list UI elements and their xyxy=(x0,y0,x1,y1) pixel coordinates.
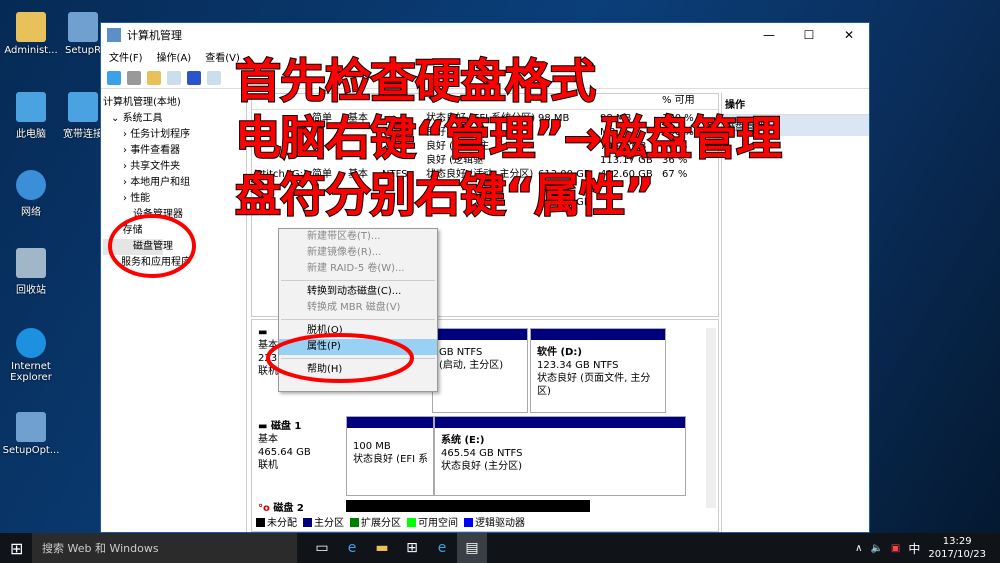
navigation-tree: 计算机管理(本地) ⌄ 系统工具 › 任务计划程序 › 事件查看器 › 共享文件… xyxy=(101,91,247,532)
show-hide-tree-icon[interactable] xyxy=(167,70,181,85)
action-pane-icon[interactable] xyxy=(207,70,221,85)
computer-management-taskbar-icon[interactable]: ▤ xyxy=(457,533,487,563)
computer-icon xyxy=(16,92,46,122)
tree-storage[interactable]: ⌄ 存储 xyxy=(103,223,244,239)
legend-item: 主分区 xyxy=(303,514,344,529)
file-explorer-icon[interactable]: ▬ xyxy=(367,533,397,563)
network-icon xyxy=(16,170,46,200)
tree-services-apps[interactable]: 服务和应用程序 xyxy=(103,255,244,271)
disk-0-info[interactable]: ▬ 基本 223. 联机 xyxy=(258,326,280,378)
tree-system-tools[interactable]: ⌄ 系统工具 xyxy=(103,111,244,127)
legend-item: 逻辑驱动器 xyxy=(464,514,525,529)
legend-label: 扩展分区 xyxy=(361,518,401,529)
close-button[interactable]: ✕ xyxy=(829,28,869,42)
context-menu-item[interactable]: 转换成 MBR 磁盘(V) xyxy=(279,300,437,316)
vertical-scrollbar[interactable] xyxy=(706,328,716,508)
legend-swatch xyxy=(256,518,265,527)
context-menu-item[interactable]: 属性(P) xyxy=(279,339,437,355)
tree-disk-management[interactable]: 磁盘管理 xyxy=(103,239,173,255)
overlay-line-2: 电脑右键“管理”→磁盘管理 xyxy=(234,111,783,165)
task-view-icon[interactable]: ▭ xyxy=(307,533,337,563)
network-error-icon[interactable]: ▣ xyxy=(891,543,900,554)
context-menu-item[interactable]: 脱机(O) xyxy=(279,323,437,339)
partition-e[interactable]: 系统 (E:) 465.54 GB NTFS 状态良好 (主分区) xyxy=(434,416,686,496)
desktop-icon-recycle-bin[interactable]: 回收站 xyxy=(2,248,60,296)
maximize-button[interactable]: ☐ xyxy=(789,28,829,42)
disk-1-info[interactable]: ▬ 磁盘 1 基本 465.64 GB 联机 xyxy=(258,420,311,472)
tree-device-manager[interactable]: 设备管理器 xyxy=(103,207,244,223)
setup-icon xyxy=(16,412,46,442)
desktop-icon-administrator[interactable]: Administ... xyxy=(2,12,60,56)
legend-label: 逻辑驱动器 xyxy=(475,518,525,529)
legend-label: 主分区 xyxy=(314,518,344,529)
context-menu-item[interactable]: 新建镜像卷(R)... xyxy=(279,245,437,261)
ime-indicator[interactable]: 中 xyxy=(908,540,920,557)
disk-2-unallocated-bar[interactable] xyxy=(346,500,590,512)
system-tray: ∧ 🔈 ▣ 中 13:29 2017/10/23 xyxy=(855,535,1000,561)
broadband-icon xyxy=(68,92,98,122)
legend: 未分配 主分区 扩展分区 可用空间 逻辑驱动器 xyxy=(256,514,525,529)
minimize-button[interactable]: — xyxy=(749,28,789,42)
forward-icon[interactable] xyxy=(127,70,141,85)
legend-item: 未分配 xyxy=(256,514,297,529)
menu-separator xyxy=(281,319,435,320)
context-menu-item[interactable]: 新建带区卷(T)... xyxy=(279,229,437,245)
up-folder-icon[interactable] xyxy=(147,70,161,85)
edge-icon[interactable]: e xyxy=(337,533,367,563)
tree-performance[interactable]: › 性能 xyxy=(103,191,244,207)
legend-swatch xyxy=(464,518,473,527)
desktop-icon-this-pc[interactable]: 此电脑 xyxy=(2,92,60,140)
legend-label: 可用空间 xyxy=(418,518,458,529)
tree-computer-management[interactable]: 计算机管理(本地) xyxy=(103,95,244,111)
overlay-line-3: 盘符分别右键“属性” xyxy=(234,168,655,222)
title-bar: 计算机管理 — ☐ ✕ xyxy=(101,23,869,47)
tree-shared-folders[interactable]: › 共享文件夹 xyxy=(103,159,244,175)
clock[interactable]: 13:29 2017/10/23 xyxy=(928,535,986,561)
table-cell: 67 % xyxy=(662,169,688,180)
search-box[interactable]: 搜索 Web 和 Windows xyxy=(32,533,297,563)
legend-item: 扩展分区 xyxy=(350,514,401,529)
tree-local-users[interactable]: › 本地用户和组 xyxy=(103,175,244,191)
desktop-icon-ie[interactable]: Internet Explorer xyxy=(2,328,60,383)
app-icon xyxy=(107,28,121,42)
help-icon[interactable] xyxy=(187,70,201,85)
recycle-bin-icon xyxy=(16,248,46,278)
legend-item: 可用空间 xyxy=(407,514,458,529)
partition-c[interactable]: GB NTFS (启动, 主分区) xyxy=(432,328,528,413)
context-menu-item[interactable]: 帮助(H) xyxy=(279,362,437,378)
chevron-up-icon[interactable]: ∧ xyxy=(855,543,862,554)
volume-icon[interactable]: 🔈 xyxy=(870,543,882,554)
store-icon[interactable]: ⊞ xyxy=(397,533,427,563)
setup-icon xyxy=(68,12,98,42)
partition-d[interactable]: 软件 (D:) 123.34 GB NTFS 状态良好 (页面文件, 主分区) xyxy=(530,328,666,413)
start-windows-icon[interactable]: ⊞ xyxy=(10,539,23,558)
tree-task-scheduler[interactable]: › 任务计划程序 xyxy=(103,127,244,143)
tree-event-viewer[interactable]: › 事件查看器 xyxy=(103,143,244,159)
window-title: 计算机管理 xyxy=(127,29,182,42)
context-menu: 新建带区卷(T)... 新建镜像卷(R)... 新建 RAID-5 卷(W)... 转… xyxy=(278,228,438,392)
legend-swatch xyxy=(407,518,416,527)
user-folder-icon xyxy=(16,12,46,42)
back-icon[interactable] xyxy=(107,70,121,85)
context-menu-item[interactable]: 新建 RAID-5 卷(W)... xyxy=(279,261,437,277)
legend-label: 未分配 xyxy=(267,518,297,529)
menu-action[interactable]: 操作(A) xyxy=(157,49,192,65)
context-menu-item[interactable]: 转换到动态磁盘(C)... xyxy=(279,284,437,300)
internet-explorer-taskbar-icon[interactable]: e xyxy=(427,533,457,563)
legend-swatch xyxy=(350,518,359,527)
partition-efi[interactable]: 100 MB状态良好 (EFI 系统 xyxy=(346,416,434,496)
desktop-icon-network[interactable]: 网络 xyxy=(2,170,60,218)
overlay-line-1: 首先检查硬盘格式 xyxy=(234,54,597,108)
menu-separator xyxy=(281,280,435,281)
taskbar: ⊞ 搜索 Web 和 Windows ▭ e ▬ ⊞ e ▤ ∧ 🔈 ▣ 中 1… xyxy=(0,533,1000,563)
menu-separator xyxy=(281,358,435,359)
legend-swatch xyxy=(303,518,312,527)
menu-file[interactable]: 文件(F) xyxy=(109,49,143,65)
internet-explorer-icon xyxy=(16,328,46,358)
desktop-icon-setupopt[interactable]: SetupOpt... xyxy=(2,412,60,456)
